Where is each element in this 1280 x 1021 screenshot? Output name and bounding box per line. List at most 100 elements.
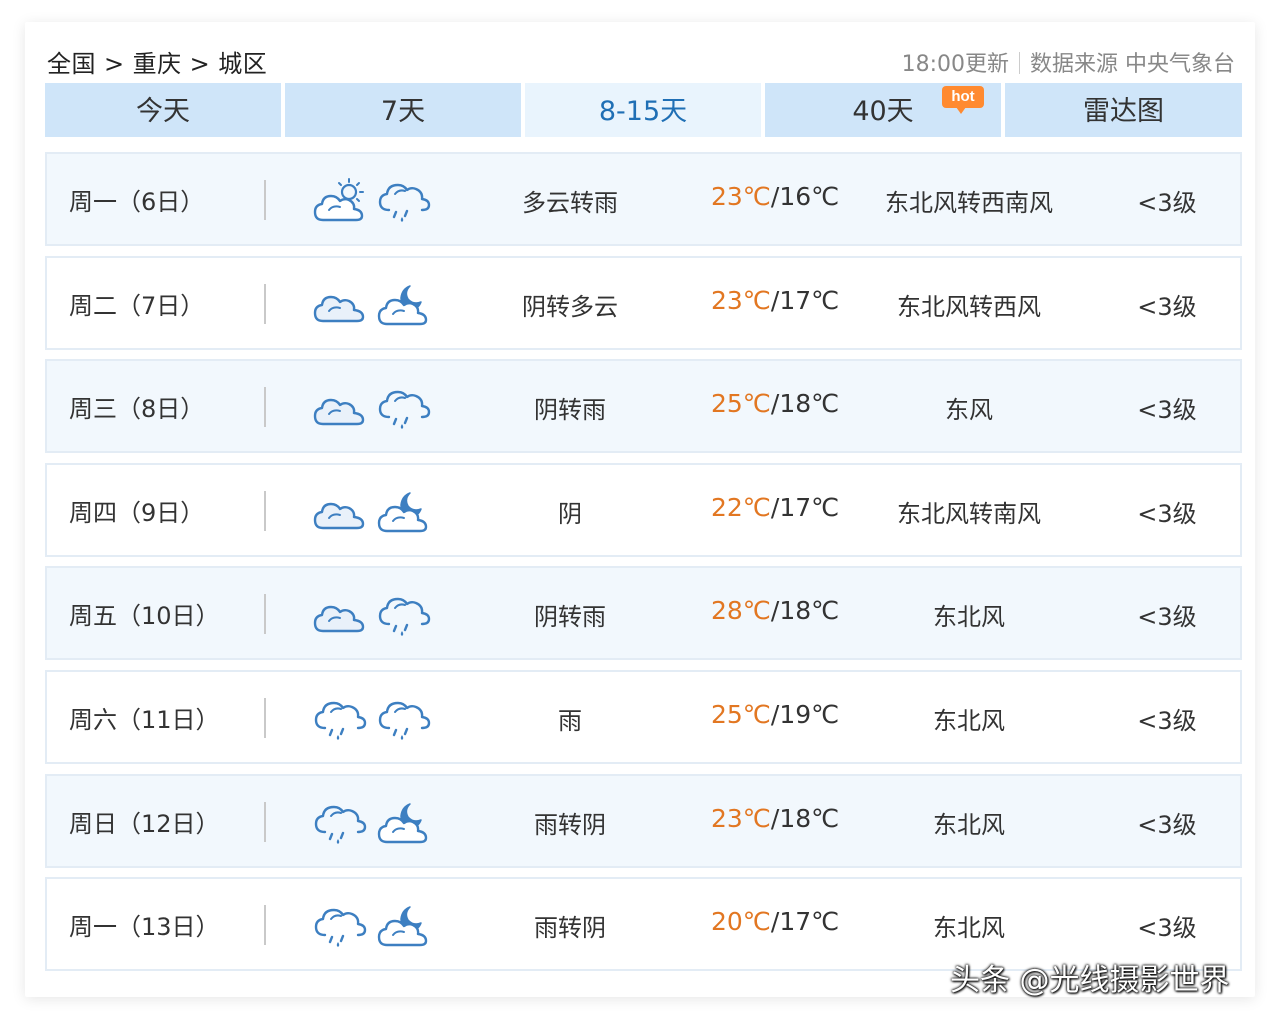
wind-direction: 东北风转西风: [897, 292, 1041, 321]
high-temperature: 23℃: [711, 182, 771, 211]
wind-level: <3级: [1137, 396, 1197, 425]
low-temperature: 18℃: [779, 596, 840, 626]
forecast-row: 周日（12日） 雨转阴 23℃/18℃ 东北风 <3级: [45, 773, 1242, 868]
forecast-day: 周五（10日）: [69, 602, 220, 631]
weather-description: 阴: [558, 499, 582, 528]
high-temperature: 22℃: [711, 492, 771, 522]
weather-description: 阴转多云: [522, 292, 618, 321]
temperature-range: 25℃/18℃: [711, 389, 839, 418]
row-divider: [264, 387, 266, 428]
forecast-row: 周一（6日） 多云转雨 23℃/16℃ 东北风转西南风 <3级: [45, 152, 1242, 246]
low-temperature: 19℃: [779, 700, 840, 729]
row-divider: [264, 490, 266, 531]
low-temperature: 18℃: [779, 389, 840, 419]
temperature-range: 23℃/18℃: [711, 804, 839, 833]
wind-direction: 东北风转西南风: [885, 189, 1053, 217]
wind-direction: 东风: [945, 396, 993, 425]
row-divider: [264, 283, 266, 324]
partly-cloudy-night-icon: [377, 284, 428, 325]
weather-description: 雨转阴: [534, 914, 606, 943]
data-source: 数据来源 中央气象台: [1030, 52, 1235, 77]
overcast-icon: [313, 606, 365, 633]
wind-level: <3级: [1137, 810, 1197, 839]
forecast-day: 周六（11日）: [69, 706, 220, 734]
forecast-day: 周日（12日）: [69, 809, 220, 838]
rain-icon: [314, 805, 367, 844]
breadcrumb-item-city[interactable]: 重庆: [133, 50, 182, 78]
partly-cloudy-night-icon: [377, 906, 428, 947]
partly-cloudy-sun-icon: [313, 178, 364, 222]
rain-icon: [378, 598, 431, 637]
high-temperature: 28℃: [711, 596, 771, 626]
row-divider: [264, 801, 266, 842]
low-temperature: 16℃: [779, 182, 840, 211]
meta-divider: [1019, 52, 1020, 74]
breadcrumb-separator: >: [104, 50, 125, 78]
partly-cloudy-night-icon: [377, 802, 428, 843]
wind-direction: 东北风: [933, 914, 1005, 943]
low-temperature: 18℃: [779, 803, 840, 833]
hot-badge: hot: [942, 86, 984, 114]
high-temperature: 20℃: [711, 907, 771, 937]
tab-radar[interactable]: 雷达图: [1005, 83, 1242, 137]
wind-level: <3级: [1137, 914, 1197, 943]
wind-level: <3级: [1137, 707, 1197, 735]
wind-level: <3级: [1137, 292, 1197, 321]
partly-cloudy-night-icon: [377, 492, 428, 532]
tab-8-15-days[interactable]: 8-15天: [525, 83, 761, 137]
update-meta: 18:00更新 数据来源 中央气象台: [902, 46, 1235, 78]
watermark: 头条 @光线摄影世界: [950, 963, 1230, 998]
wind-level: <3级: [1137, 189, 1197, 217]
overcast-icon: [313, 398, 365, 426]
high-temperature: 25℃: [711, 389, 771, 419]
weather-description: 阴转雨: [534, 396, 606, 425]
rain-icon: [378, 183, 431, 222]
forecast-day: 周一（13日）: [69, 913, 220, 942]
forecast-row: 周三（8日） 阴转雨 25℃/18℃ 东风 <3级: [45, 359, 1242, 454]
wind-direction: 东北风: [933, 707, 1005, 735]
wind-direction: 东北风: [933, 810, 1005, 839]
weather-description: 阴转雨: [534, 603, 606, 632]
overcast-icon: [313, 502, 365, 529]
temperature-range: 22℃/17℃: [711, 493, 839, 522]
temperature-range: 28℃/18℃: [711, 596, 839, 625]
temperature-range: 20℃/17℃: [711, 907, 839, 936]
temperature-range: 23℃/17℃: [711, 286, 839, 315]
breadcrumb: 全国 > 重庆 > 城区: [47, 44, 267, 79]
low-temperature: 17℃: [779, 285, 840, 315]
rain-icon: [314, 701, 367, 740]
forecast-day: 周一（6日）: [69, 188, 205, 216]
breadcrumb-item-district: 城区: [218, 50, 268, 78]
row-divider: [264, 905, 266, 946]
rain-icon: [378, 701, 431, 740]
wind-level: <3级: [1137, 603, 1197, 632]
weather-description: 雨转阴: [534, 810, 606, 839]
tab-today[interactable]: 今天: [45, 83, 281, 137]
forecast-row: 周六（11日） 雨 25℃/19℃ 东北风 <3级: [45, 670, 1242, 764]
wind-direction: 东北风转南风: [897, 499, 1041, 528]
row-divider: [264, 594, 266, 635]
tab-7-days[interactable]: 7天: [285, 83, 521, 137]
breadcrumb-item-country[interactable]: 全国: [47, 50, 96, 78]
top-bar: 全国 > 重庆 > 城区 18:00更新 数据来源 中央气象台: [47, 40, 1235, 80]
forecast-day: 周三（8日）: [69, 395, 205, 424]
wind-level: <3级: [1137, 499, 1197, 528]
temperature-range: 23℃/16℃: [711, 182, 839, 211]
weather-description: 多云转雨: [522, 189, 618, 217]
overcast-icon: [313, 295, 365, 322]
row-divider: [264, 180, 266, 220]
rain-icon: [378, 390, 431, 430]
forecast-row: 周二（7日） 阴转多云 23℃/17℃ 东北风转西风 <3级: [45, 255, 1242, 350]
high-temperature: 25℃: [711, 700, 771, 729]
row-divider: [264, 698, 266, 738]
breadcrumb-separator: >: [189, 50, 211, 78]
rain-icon: [314, 908, 367, 948]
high-temperature: 23℃: [711, 285, 771, 315]
low-temperature: 17℃: [779, 907, 840, 937]
high-temperature: 23℃: [711, 803, 771, 833]
update-time: 18:00更新: [901, 52, 1009, 77]
forecast-row: 周五（10日） 阴转雨 28℃/18℃ 东北风 <3级: [45, 566, 1242, 661]
forecast-day: 周四（9日）: [69, 498, 205, 527]
forecast-tabs: 今天 7天 8-15天 40天 雷达图: [45, 83, 1242, 137]
forecast-row: 周四（9日） 阴 22℃/17℃ 东北风转南风 <3级: [45, 462, 1242, 557]
